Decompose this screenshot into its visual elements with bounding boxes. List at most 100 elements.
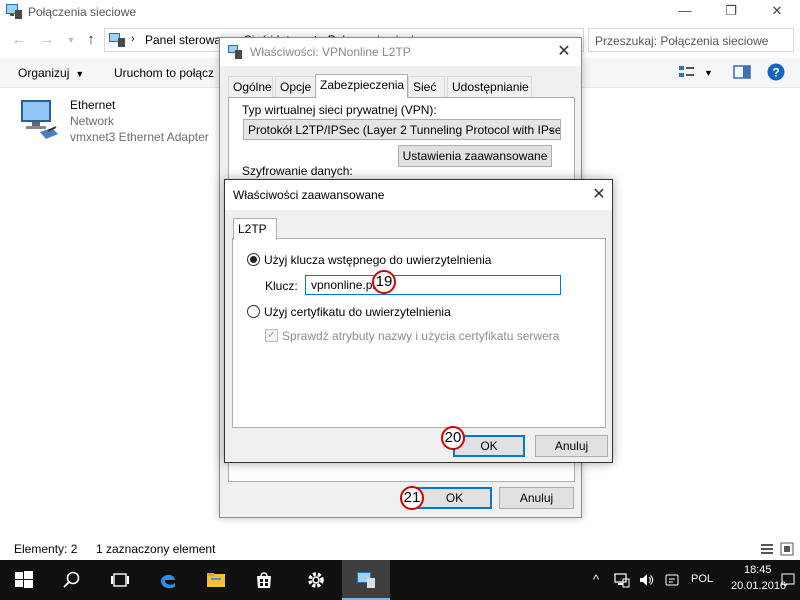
tab-network[interactable]: Sieć <box>408 76 445 97</box>
ethernet-adapter-icon <box>21 100 58 139</box>
chevron-right-icon: › <box>131 33 135 45</box>
clock-date[interactable]: 20.01.2016 <box>731 580 786 592</box>
close-icon: ✕ <box>557 43 571 60</box>
edge-button[interactable] <box>144 560 192 600</box>
l2tp-panel: Użyj klucza wstępnego do uwierzytelnieni… <box>232 238 606 428</box>
store-icon <box>257 572 271 588</box>
tab-general[interactable]: Ogólne <box>228 76 273 97</box>
file-explorer-button[interactable] <box>192 560 240 600</box>
task-view-icon <box>111 573 129 587</box>
language-indicator[interactable]: POL <box>691 573 713 585</box>
advanced-settings-button[interactable]: Ustawienia zaawansowane <box>398 145 552 167</box>
minimize-button[interactable]: — <box>662 0 708 24</box>
close-icon: ✕ <box>592 186 606 203</box>
organize-button[interactable]: Organizuj ▼ <box>18 66 84 80</box>
chevron-down-icon: ▼ <box>66 35 76 45</box>
organize-label: Organizuj <box>18 66 70 80</box>
back-button[interactable]: ← <box>10 30 28 50</box>
edge-browser-icon <box>161 574 175 589</box>
arrow-up-icon: ↑ <box>87 31 95 48</box>
psk-option-label: Użyj klucza wstępnego do uwierzytelnieni… <box>264 253 492 267</box>
action-center-icon[interactable] <box>780 572 796 588</box>
dialog-titlebar: Właściwości zaawansowane ✕ <box>225 180 612 210</box>
volume-icon[interactable] <box>638 572 654 588</box>
tab-sharing[interactable]: Udostępnianie <box>447 76 532 97</box>
store-button[interactable] <box>240 560 288 600</box>
gear-icon <box>308 572 324 588</box>
taskbar: ^ POL 18:45 20.01.2016 <box>0 560 800 600</box>
encryption-label: Szyfrowanie danych: <box>242 164 353 178</box>
network-connections-icon <box>357 572 375 588</box>
dialog-titlebar: Właściwości: VPNonline L2TP ✕ <box>220 38 581 66</box>
folder-icon <box>207 573 225 587</box>
step-marker-20: 20 <box>441 426 465 450</box>
key-input[interactable]: vpnonline.pl <box>305 275 561 295</box>
view-options-icon[interactable] <box>678 64 696 80</box>
search-button[interactable] <box>48 560 96 600</box>
vpn-type-label: Typ wirtualnej sieci prywatnej (VPN): <box>242 103 437 117</box>
item-device: vmxnet3 Ethernet Adapter <box>70 130 209 144</box>
tab-l2tp[interactable]: L2TP <box>233 218 277 240</box>
dialog-title: Właściwości zaawansowane <box>233 188 385 202</box>
run-connection-button[interactable]: Uruchom to połącz <box>114 66 214 80</box>
maximize-button[interactable]: ❐ <box>708 0 754 24</box>
search-icon <box>63 571 80 588</box>
network-tray-icon[interactable] <box>614 572 630 588</box>
dialog-close-button[interactable]: ✕ <box>554 42 574 62</box>
psk-radio[interactable] <box>247 253 260 266</box>
dialog-title: Właściwości: VPNonline L2TP <box>250 45 411 59</box>
chevron-down-icon: ▼ <box>75 69 85 79</box>
arrow-right-icon: → <box>39 31 55 48</box>
status-bar: Elementy: 2 1 zaznaczony element <box>0 540 800 560</box>
ok-button[interactable]: OK <box>417 487 492 509</box>
run-connection-label: Uruchom to połącz <box>114 66 215 80</box>
forward-button[interactable]: → <box>38 30 56 50</box>
cancel-button[interactable]: Anuluj <box>535 435 608 457</box>
item-count: Elementy: 2 <box>14 542 78 556</box>
vpn-type-value: Protokół L2TP/IPSec (Layer 2 Tunneling P… <box>248 123 561 137</box>
network-connections-icon <box>6 4 22 19</box>
window-titlebar: Połączenia sieciowe — ❐ ✕ <box>0 0 800 24</box>
chevron-down-icon: ⌄ <box>546 123 556 135</box>
settings-button[interactable] <box>292 560 340 600</box>
start-button[interactable] <box>0 560 48 600</box>
large-icons-view-icon[interactable] <box>780 542 794 556</box>
item-name: Ethernet <box>70 98 116 112</box>
search-input[interactable]: Przeszukaj: Połączenia sieciowe <box>588 28 794 52</box>
dialog-close-button[interactable]: ✕ <box>589 185 609 205</box>
view-dropdown-icon[interactable]: ▼ <box>704 68 713 78</box>
preview-pane-icon[interactable] <box>733 64 751 80</box>
network-connections-icon <box>109 33 125 47</box>
tab-options[interactable]: Opcje <box>275 76 319 97</box>
verify-checkbox[interactable]: ✓ <box>265 329 278 342</box>
up-button[interactable]: ↑ <box>82 30 100 50</box>
clock-time[interactable]: 18:45 <box>744 564 772 576</box>
network-connections-taskbar-button[interactable] <box>342 560 390 600</box>
certificate-radio[interactable] <box>247 305 260 318</box>
show-hidden-icons-button[interactable]: ^ <box>593 572 599 587</box>
network-connection-icon <box>228 45 242 59</box>
arrow-left-icon: ← <box>11 31 27 48</box>
advanced-properties-dialog: Właściwości zaawansowane ✕ L2TP Użyj klu… <box>224 179 613 463</box>
key-label: Klucz: <box>265 279 298 293</box>
details-view-icon[interactable] <box>760 542 774 556</box>
cancel-button[interactable]: Anuluj <box>499 487 574 509</box>
vpn-type-select[interactable]: Protokół L2TP/IPSec (Layer 2 Tunneling P… <box>243 119 561 140</box>
verify-label: Sprawdź atrybuty nazwy i użycia certyfik… <box>282 329 560 343</box>
selection-count: 1 zaznaczony element <box>96 542 216 556</box>
step-marker-19: 19 <box>372 270 396 294</box>
help-icon[interactable]: ? <box>767 63 785 81</box>
checkmark-icon: ✓ <box>267 330 276 341</box>
key-value: vpnonline.pl <box>311 278 376 292</box>
window-title: Połączenia sieciowe <box>28 5 137 19</box>
close-icon: ✕ <box>771 3 783 18</box>
notification-badge-icon[interactable] <box>664 572 680 588</box>
certificate-option-label: Użyj certyfikatu do uwierzytelnienia <box>264 305 451 319</box>
task-view-button[interactable] <box>96 560 144 600</box>
tab-security[interactable]: Zabezpieczenia <box>315 74 408 98</box>
step-marker-21: 21 <box>400 486 424 510</box>
close-button[interactable]: ✕ <box>754 0 800 24</box>
recent-locations-button[interactable]: ▼ <box>62 30 80 50</box>
svg-text:?: ? <box>772 66 779 80</box>
item-status: Network <box>70 114 115 128</box>
